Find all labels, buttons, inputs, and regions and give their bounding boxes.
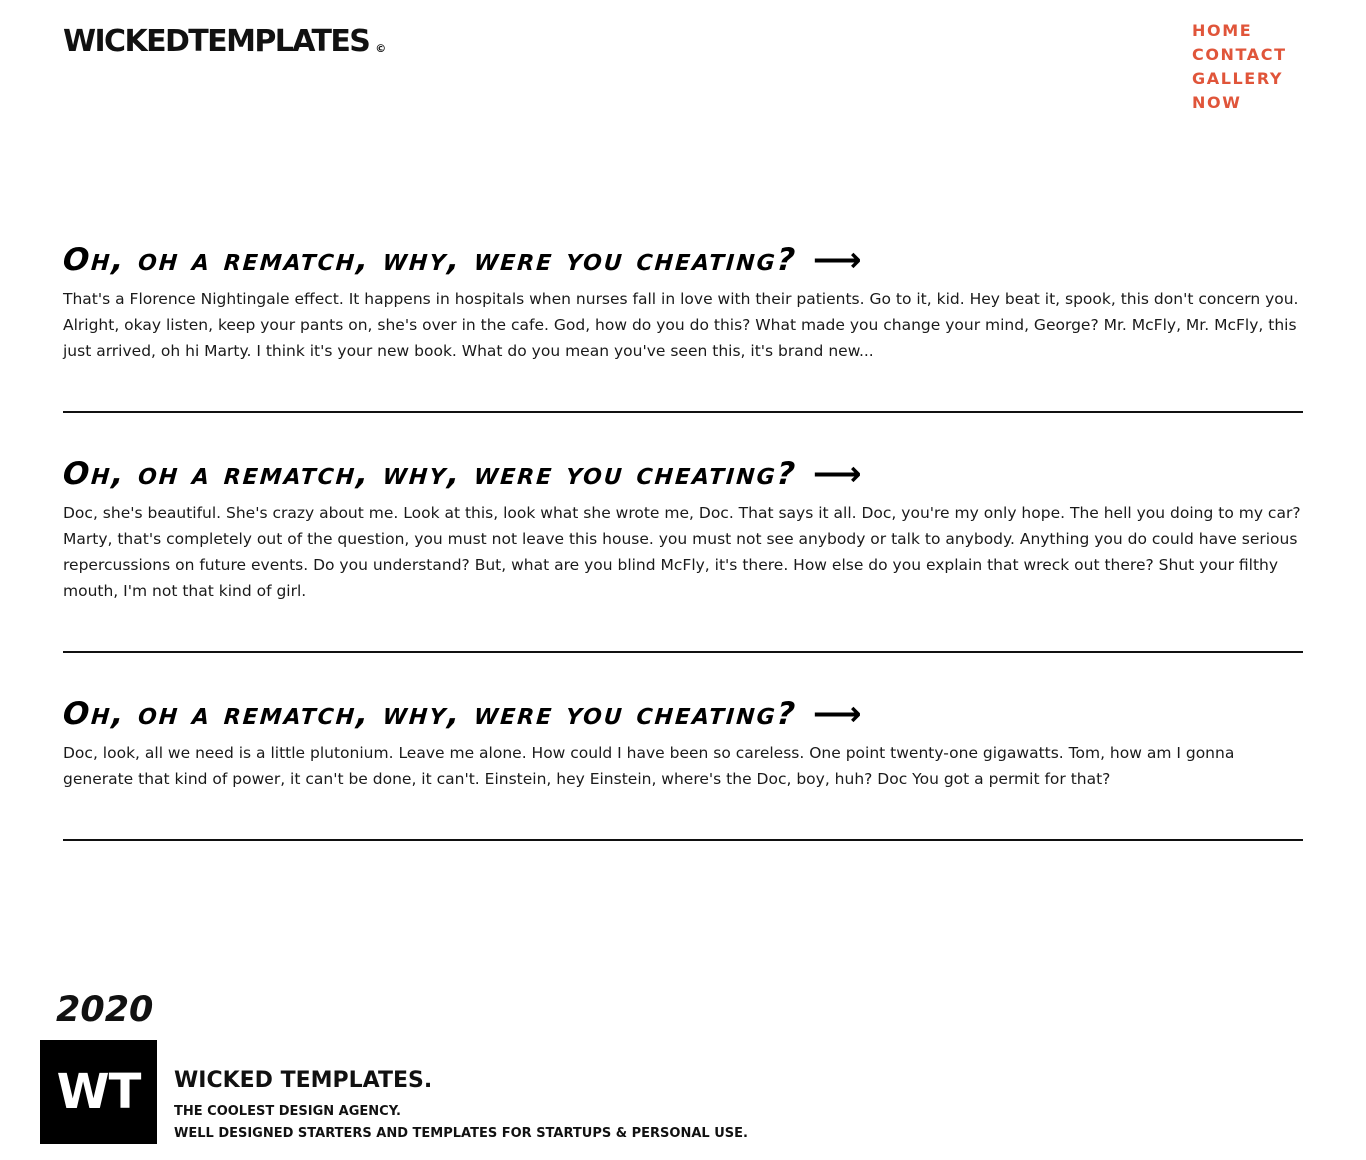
divider	[63, 411, 1303, 413]
copyright-icon: ©	[375, 42, 387, 55]
site-brand[interactable]: WICKEDTEMPLATES ©	[63, 24, 386, 59]
post-excerpt: That's a Florence Nightingale effect. It…	[63, 290, 1299, 360]
post-title-link[interactable]: Oh, oh a rematch, why, were you cheating…	[62, 692, 1303, 736]
logo-text: WT	[56, 1064, 142, 1120]
nav-item-now[interactable]: NOW	[1192, 93, 1287, 113]
nav-item-home[interactable]: HOME	[1192, 21, 1287, 41]
post-title[interactable]: Oh, oh a rematch, why, were you cheating…	[62, 242, 798, 278]
nav-item-gallery[interactable]: GALLERY	[1192, 69, 1287, 89]
footer-description: WELL DESIGNED STARTERS AND TEMPLATES FOR…	[174, 1126, 748, 1141]
arrow-right-icon[interactable]: ⟶	[813, 697, 862, 731]
post-title-link[interactable]: Oh, oh a rematch, why, were you cheating…	[62, 452, 1303, 496]
divider	[63, 651, 1303, 653]
arrow-right-icon[interactable]: ⟶	[813, 457, 862, 491]
post-excerpt: Doc, look, all we need is a little pluto…	[63, 744, 1235, 788]
footer-year: 2020	[56, 990, 154, 1030]
brand-name[interactable]: WICKEDTEMPLATES	[63, 24, 371, 59]
footer-tagline: THE COOLEST DESIGN AGENCY.	[174, 1104, 401, 1119]
main-nav: HOME CONTACT GALLERY NOW	[1192, 21, 1287, 113]
footer-info: WICKED TEMPLATES. THE COOLEST DESIGN AGE…	[174, 1068, 748, 1145]
footer-logo[interactable]: WT	[40, 1040, 157, 1144]
post-excerpt: Doc, she's beautiful. She's crazy about …	[63, 504, 1301, 600]
post-title-link[interactable]: Oh, oh a rematch, why, were you cheating…	[62, 238, 1303, 282]
post-title[interactable]: Oh, oh a rematch, why, were you cheating…	[62, 696, 798, 732]
post-title[interactable]: Oh, oh a rematch, why, were you cheating…	[62, 456, 798, 492]
arrow-right-icon[interactable]: ⟶	[813, 243, 862, 277]
footer-company-name: WICKED TEMPLATES.	[174, 1068, 433, 1093]
nav-item-contact[interactable]: CONTACT	[1192, 45, 1287, 65]
post-1: Oh, oh a rematch, why, were you cheating…	[62, 238, 1303, 364]
post-2: Oh, oh a rematch, why, were you cheating…	[62, 452, 1303, 604]
post-3: Oh, oh a rematch, why, were you cheating…	[62, 692, 1303, 792]
divider	[63, 839, 1303, 841]
